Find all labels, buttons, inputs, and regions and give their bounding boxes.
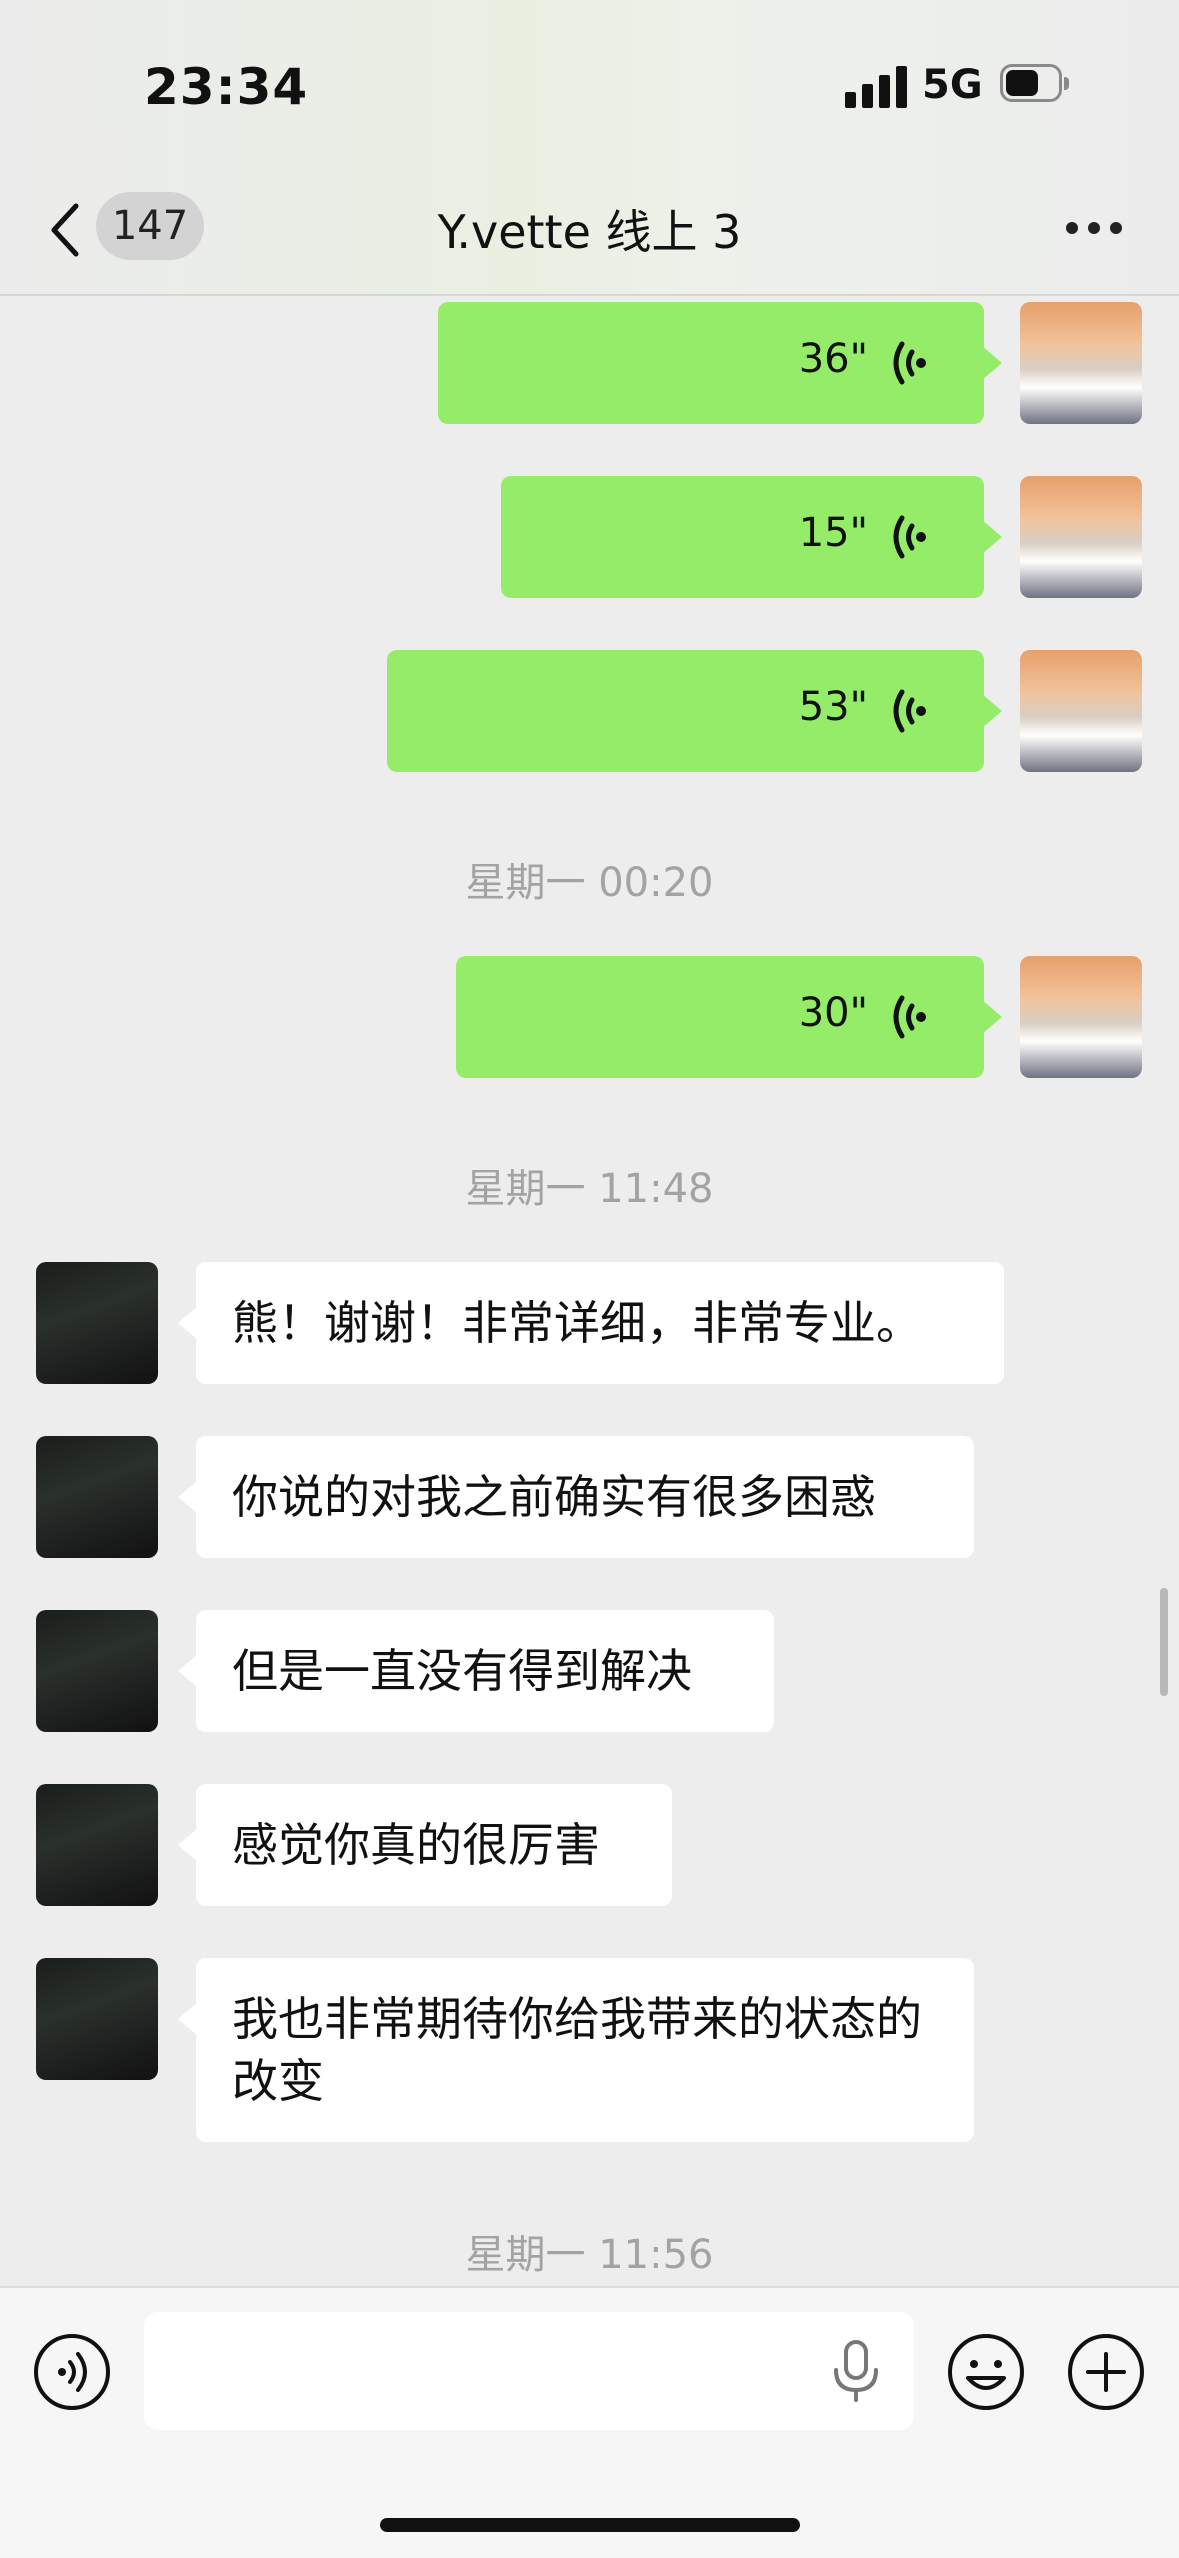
network-type: 5G [922, 62, 983, 108]
timestamp: 星期一 00:20 [465, 860, 714, 906]
voice-wave-icon [893, 689, 926, 733]
avatar[interactable] [36, 1784, 158, 1906]
voice-message[interactable]: 36" [438, 302, 1002, 424]
message-list[interactable]: 36" 15" 53" 星期一 00:20 30" 星期一 11:48 熊！谢谢… [0, 296, 1179, 2286]
text-message[interactable]: 你说的对我之前确实有很多困惑 [178, 1436, 974, 1558]
voice-wave-icon [893, 341, 926, 385]
text-message[interactable]: 但是一直没有得到解决 [178, 1610, 774, 1732]
voice-message[interactable]: 53" [387, 650, 1002, 772]
home-indicator[interactable] [380, 2518, 800, 2532]
avatar[interactable] [1020, 476, 1142, 598]
voice-wave-icon [893, 995, 926, 1039]
plus-icon[interactable] [1066, 2332, 1146, 2412]
timestamp: 星期一 11:56 [465, 2232, 714, 2278]
avatar[interactable] [1020, 302, 1142, 424]
avatar[interactable] [36, 1262, 158, 1384]
status-time: 23:34 [144, 58, 309, 116]
emoji-icon[interactable] [946, 2332, 1026, 2412]
voice-duration: 30" [798, 990, 868, 1036]
avatar[interactable] [1020, 956, 1142, 1078]
avatar[interactable] [36, 1958, 158, 2080]
chat-header: 147 Y.vette 线上 3 [0, 170, 1179, 296]
text-message[interactable]: 熊！谢谢！非常详细，非常专业。 [178, 1262, 1004, 1384]
more-icon[interactable] [1066, 222, 1122, 236]
battery-icon [1000, 64, 1070, 104]
voice-duration: 15" [798, 510, 868, 556]
voice-message[interactable]: 15" [501, 476, 1002, 598]
avatar[interactable] [1020, 650, 1142, 772]
voice-message[interactable]: 30" [456, 956, 1002, 1078]
avatar[interactable] [36, 1436, 158, 1558]
timestamp: 星期一 11:48 [465, 1166, 714, 1212]
input-bar [0, 2286, 1179, 2558]
signal-icon [845, 64, 909, 108]
message-input[interactable] [144, 2312, 914, 2430]
mic-icon[interactable] [826, 2338, 886, 2404]
scrollbar[interactable] [1160, 1588, 1168, 1696]
voice-wave-icon [893, 515, 926, 559]
text-message[interactable]: 我也非常期待你给我带来的状态的改变 [178, 1958, 974, 2142]
avatar[interactable] [36, 1610, 158, 1732]
voice-input-icon[interactable] [32, 2332, 112, 2412]
chat-title: Y.vette 线上 3 [437, 205, 742, 259]
voice-duration: 53" [798, 684, 868, 730]
voice-duration: 36" [798, 336, 868, 382]
text-message[interactable]: 感觉你真的很厉害 [178, 1784, 672, 1906]
status-bar: 23:34 5G [0, 0, 1179, 170]
